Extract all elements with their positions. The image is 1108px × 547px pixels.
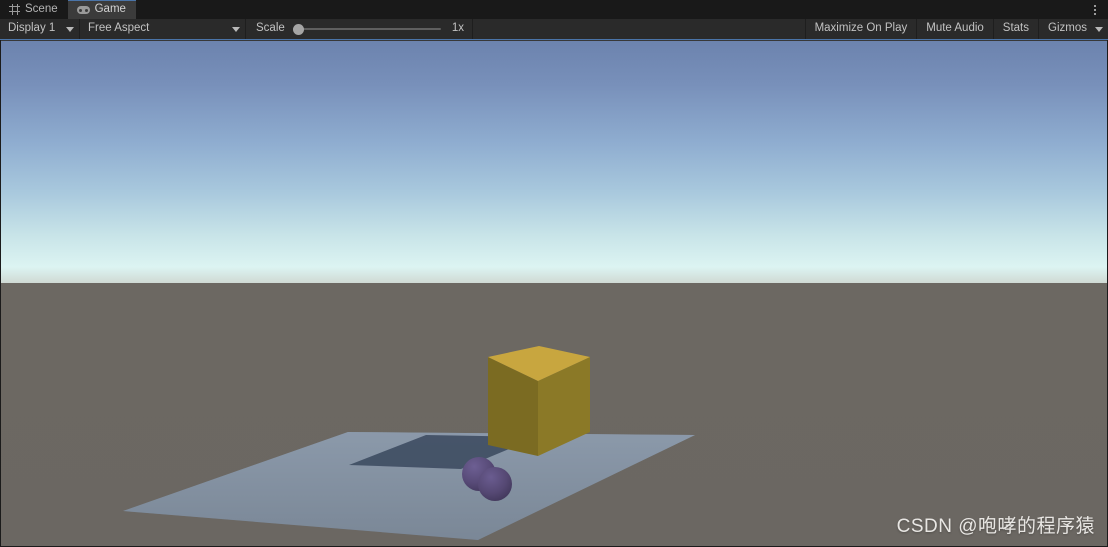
- game-view-toolbar: Display 1 Free Aspect Scale 1x Maximize …: [0, 19, 1108, 40]
- maximize-on-play-button[interactable]: Maximize On Play: [806, 19, 917, 39]
- window-left-border: [0, 40, 1, 547]
- panel-tab-bar: Scene Game: [0, 0, 1108, 19]
- mute-audio-label: Mute Audio: [926, 22, 984, 35]
- chevron-down-icon: [66, 26, 74, 32]
- rendered-scene: [1, 41, 1107, 546]
- game-view-viewport[interactable]: CSDN @咆哮的程序猿: [1, 41, 1107, 546]
- mute-audio-button[interactable]: Mute Audio: [917, 19, 993, 39]
- aspect-ratio-dropdown-label: Free Aspect: [88, 22, 150, 35]
- tab-scene-label: Scene: [25, 2, 58, 15]
- tab-game-label: Game: [94, 3, 126, 16]
- chevron-down-icon[interactable]: [1095, 26, 1103, 32]
- chevron-down-icon: [232, 26, 240, 32]
- aspect-ratio-dropdown[interactable]: Free Aspect: [80, 19, 245, 39]
- scale-slider-group: Scale 1x: [246, 19, 472, 39]
- scale-value-label: 1x: [451, 22, 464, 35]
- display-dropdown[interactable]: Display 1: [0, 19, 79, 39]
- unity-game-view-window: Scene Game Display 1 Free Aspect Scale 1…: [0, 0, 1108, 547]
- tab-game[interactable]: Game: [67, 0, 136, 19]
- stats-label: Stats: [1002, 22, 1030, 35]
- gizmos-label: Gizmos: [1048, 22, 1087, 35]
- grid-icon: [9, 4, 20, 15]
- scale-label: Scale: [256, 22, 285, 35]
- scale-slider-track: [292, 28, 441, 30]
- scale-slider[interactable]: [292, 23, 441, 35]
- sky-gradient: [1, 41, 1107, 284]
- gamepad-icon: [76, 6, 90, 14]
- kebab-menu-icon[interactable]: [1084, 0, 1106, 19]
- scale-slider-handle[interactable]: [292, 23, 304, 35]
- display-dropdown-label: Display 1: [8, 22, 56, 35]
- csdn-watermark: CSDN @咆哮的程序猿: [896, 516, 1095, 537]
- stats-button[interactable]: Stats: [994, 19, 1038, 39]
- tab-scene[interactable]: Scene: [0, 0, 68, 19]
- purple-sphere-front: [478, 467, 512, 501]
- gizmos-button[interactable]: Gizmos: [1039, 19, 1108, 39]
- maximize-on-play-label: Maximize On Play: [814, 22, 908, 35]
